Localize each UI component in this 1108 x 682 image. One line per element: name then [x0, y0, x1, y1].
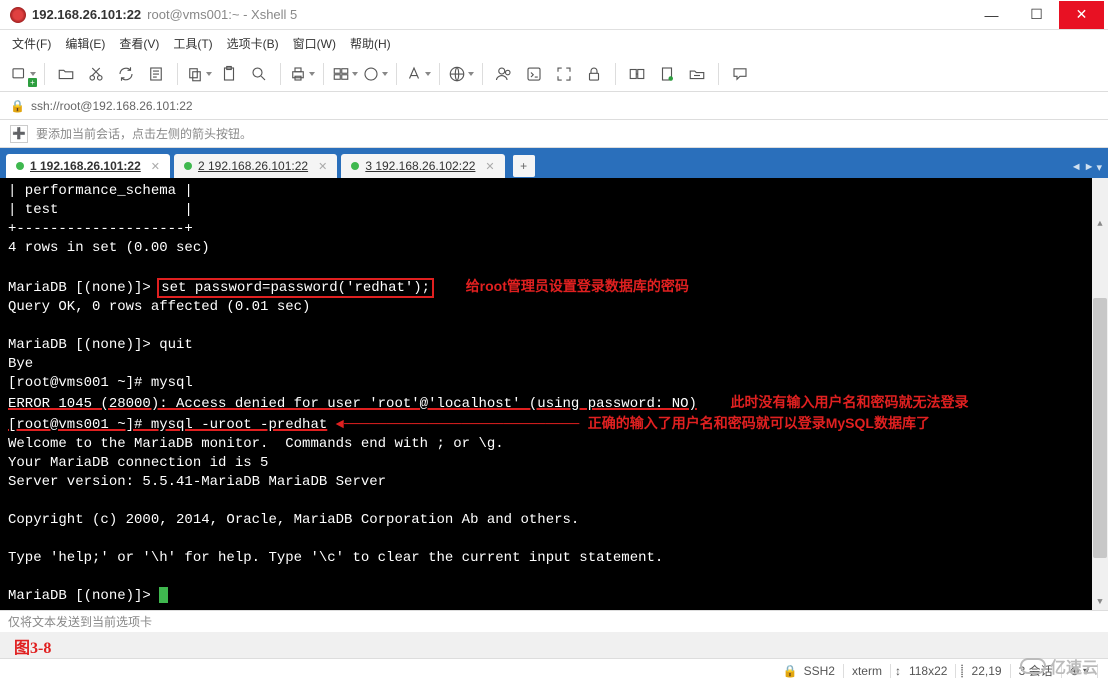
tabbar: 1 192.168.26.101:22 ✕ 2 192.168.26.101:2… — [0, 148, 1108, 178]
tab-1[interactable]: 1 192.168.26.101:22 ✕ — [6, 154, 170, 178]
separator — [280, 63, 281, 85]
scroll-up-icon[interactable]: ▲ — [1092, 216, 1108, 232]
tab-label: 1 192.168.26.101:22 — [30, 159, 141, 173]
tab-close-icon[interactable]: ✕ — [318, 160, 327, 173]
status-protocol: SSH2 — [804, 664, 835, 678]
transfer-button[interactable] — [624, 61, 650, 87]
separator — [44, 63, 45, 85]
users-button[interactable] — [491, 61, 517, 87]
tab-menu-icon[interactable]: ▾ — [1096, 161, 1102, 174]
new-session-button[interactable]: + — [10, 61, 36, 87]
annotation-set-password: 给root管理员设置登录数据库的密码 — [466, 278, 689, 294]
status-dot-icon — [351, 162, 359, 170]
cloud-icon — [1020, 658, 1046, 674]
arrow-annotation: ◄──────────────────────────── — [336, 417, 580, 433]
menu-tabs[interactable]: 选项卡(B) — [227, 35, 279, 52]
tab-label: 3 192.168.26.102:22 — [365, 159, 475, 173]
terminal[interactable]: | performance_schema | | test | +-------… — [0, 178, 1108, 610]
tab-next-icon[interactable]: ► — [1084, 161, 1095, 174]
separator — [323, 63, 324, 85]
status-size: 118x22 — [909, 664, 947, 678]
annotation-error: 此时没有输入用户名和密码就无法登录 — [731, 394, 969, 410]
menu-file[interactable]: 文件(F) — [12, 35, 51, 52]
font-button[interactable] — [405, 61, 431, 87]
tab-prev-icon[interactable]: ◄ — [1071, 161, 1082, 174]
sessions-button[interactable] — [332, 61, 358, 87]
annotation-success: 正确的输入了用户名和密码就可以登录MySQL数据库了 — [588, 415, 930, 431]
status-cursor: 22,19 — [972, 664, 1002, 678]
maximize-button[interactable]: ☐ — [1014, 1, 1059, 29]
tab-close-icon[interactable]: ✕ — [151, 160, 160, 173]
print-button[interactable] — [289, 61, 315, 87]
tab-nav: ◄ ► ▾ — [1071, 161, 1102, 174]
watermark-text: 亿速云 — [1050, 654, 1098, 678]
toolbar: + — [0, 56, 1108, 92]
separator — [615, 63, 616, 85]
separator — [439, 63, 440, 85]
scroll-thumb[interactable] — [1093, 298, 1107, 558]
new-file-button[interactable] — [654, 61, 680, 87]
watermark: 亿速云 — [1020, 654, 1098, 678]
menubar: 文件(F) 编辑(E) 查看(V) 工具(T) 选项卡(B) 窗口(W) 帮助(… — [0, 30, 1108, 56]
highlighted-command: set password=password('redhat'); — [159, 280, 432, 296]
lock-small-icon: 🔒 — [783, 664, 798, 678]
menu-view[interactable]: 查看(V) — [119, 35, 159, 52]
xftp-button[interactable] — [684, 61, 710, 87]
encoding-button[interactable] — [448, 61, 474, 87]
window-controls: — ☐ ✕ — [969, 1, 1104, 29]
status-dot-icon — [184, 162, 192, 170]
cursor — [159, 587, 168, 603]
titlebar: 192.168.26.101:22 root@vms001:~ - Xshell… — [0, 0, 1108, 30]
separator — [718, 63, 719, 85]
compose-hint: 仅将文本发送到当前选项卡 — [8, 615, 152, 629]
window-subtitle: root@vms001:~ - Xshell 5 — [147, 7, 297, 22]
menu-window[interactable]: 窗口(W) — [293, 35, 336, 52]
compose-bar[interactable]: 仅将文本发送到当前选项卡 — [0, 610, 1108, 632]
app-icon — [10, 7, 26, 23]
hint-text: 要添加当前会话，点击左侧的箭头按钮。 — [36, 125, 252, 142]
menu-edit[interactable]: 编辑(E) — [65, 35, 105, 52]
tab-3[interactable]: 3 192.168.26.102:22 ✕ — [341, 154, 504, 178]
paste-button[interactable] — [216, 61, 242, 87]
open-button[interactable] — [53, 61, 79, 87]
menu-tools[interactable]: 工具(T) — [173, 35, 212, 52]
statusbar: 🔒 SSH2 xterm ↕118x22 ⸽22,19 3 会话 ⊕ ▾ — [0, 658, 1108, 682]
find-button[interactable] — [246, 61, 272, 87]
separator — [482, 63, 483, 85]
fullscreen-button[interactable] — [551, 61, 577, 87]
menu-help[interactable]: 帮助(H) — [350, 35, 391, 52]
lock-button[interactable] — [581, 61, 607, 87]
address-text: ssh://root@192.168.26.101:22 — [31, 99, 193, 113]
tab-close-icon[interactable]: ✕ — [485, 160, 494, 173]
hintbar: ➕ 要添加当前会话，点击左侧的箭头按钮。 — [0, 120, 1108, 148]
tab-label: 2 192.168.26.101:22 — [198, 159, 308, 173]
scrollbar[interactable]: ▲ ▼ — [1092, 178, 1108, 610]
add-tab-button[interactable]: + — [513, 155, 535, 177]
figure-caption: 图3-8 — [14, 634, 51, 658]
copy-button[interactable] — [186, 61, 212, 87]
status-dot-icon — [16, 162, 24, 170]
script-button[interactable] — [521, 61, 547, 87]
tab-2[interactable]: 2 192.168.26.101:22 ✕ — [174, 154, 337, 178]
window-title: 192.168.26.101:22 — [32, 7, 141, 22]
color-button[interactable] — [362, 61, 388, 87]
separator — [396, 63, 397, 85]
add-session-button[interactable]: ➕ — [10, 125, 28, 143]
status-term: xterm — [852, 664, 882, 678]
close-button[interactable]: ✕ — [1059, 1, 1104, 29]
separator — [177, 63, 178, 85]
properties-button[interactable] — [143, 61, 169, 87]
reconnect-button[interactable] — [113, 61, 139, 87]
lock-icon: 🔒 — [10, 99, 25, 113]
scroll-down-icon[interactable]: ▼ — [1092, 594, 1108, 610]
chat-button[interactable] — [727, 61, 753, 87]
minimize-button[interactable]: — — [969, 1, 1014, 29]
cut-button[interactable] — [83, 61, 109, 87]
addressbar[interactable]: 🔒 ssh://root@192.168.26.101:22 — [0, 92, 1108, 120]
